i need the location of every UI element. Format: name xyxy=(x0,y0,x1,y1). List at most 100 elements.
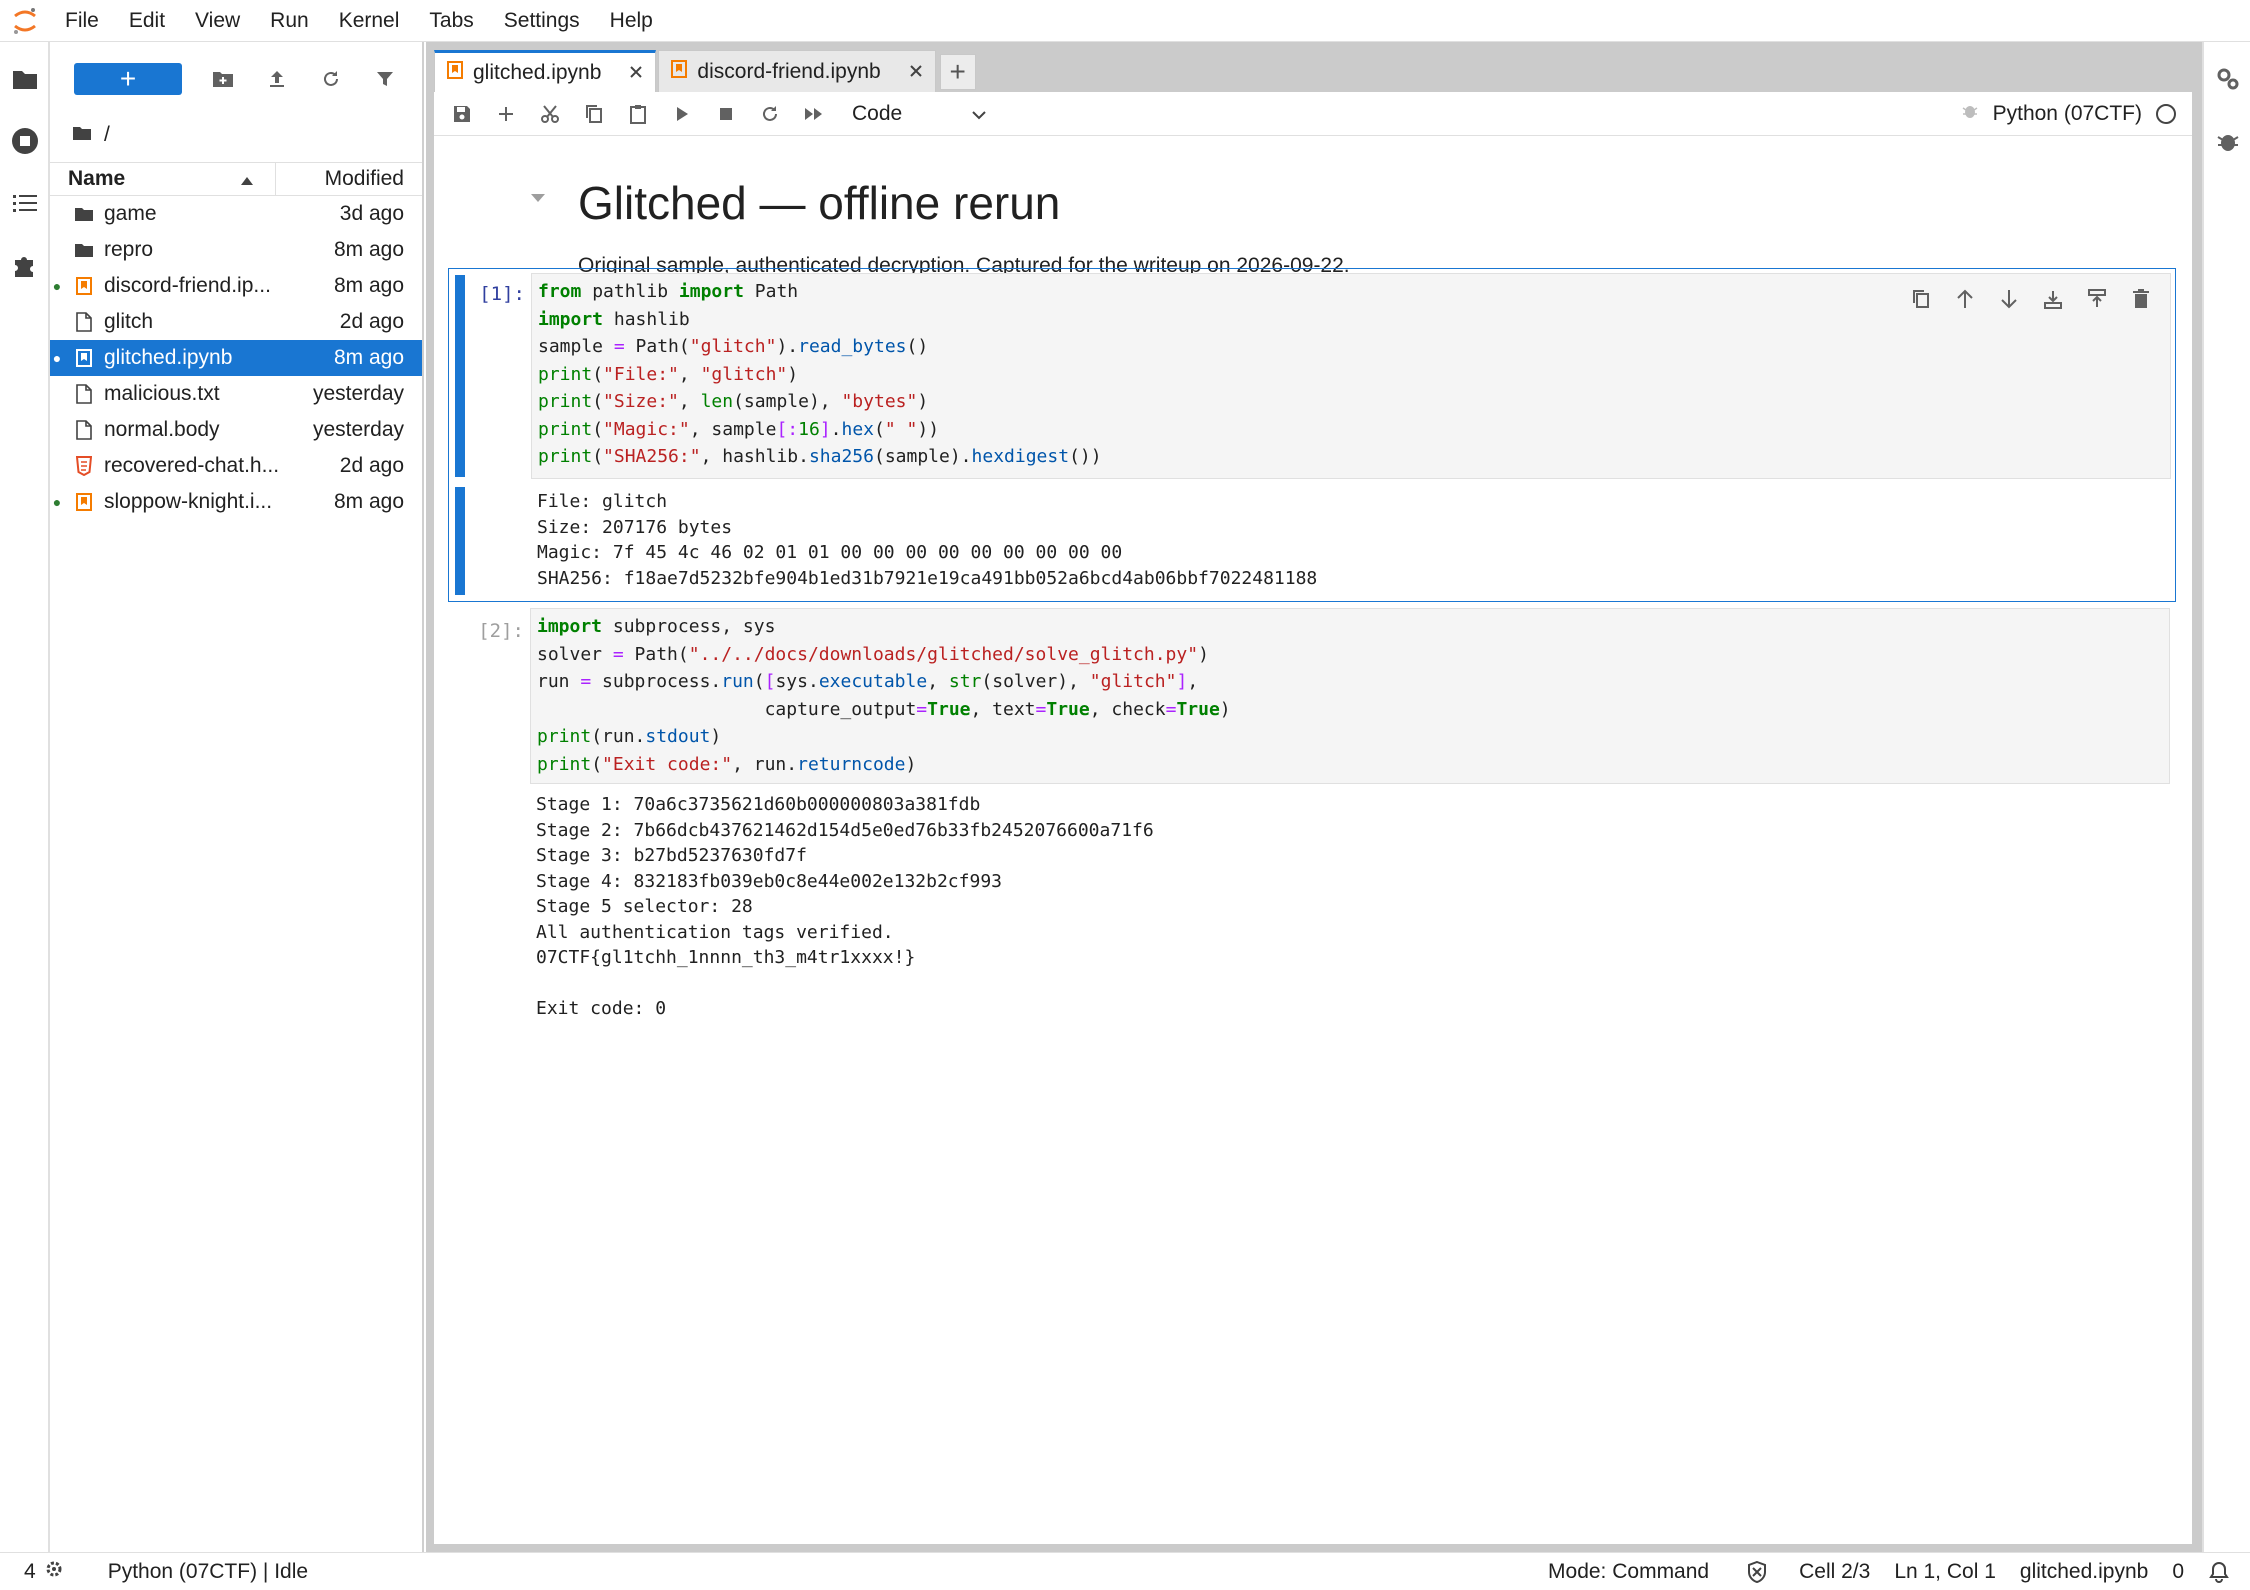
code-cell-1[interactable]: [1]: from pathlib import Path import has… xyxy=(448,268,2176,602)
file-modified: 2d ago xyxy=(339,310,404,333)
close-icon[interactable] xyxy=(909,60,923,84)
mode-indicator[interactable]: Mode: Command xyxy=(1536,1560,1721,1584)
file-list-item[interactable]: glitch 2d ago xyxy=(50,304,422,340)
insert-above-icon[interactable] xyxy=(2082,284,2112,314)
status-bar: 4 Python (07CTF) | Idle Mode: Command Ce… xyxy=(0,1552,2250,1590)
terminal-count[interactable]: 4 xyxy=(0,1559,76,1585)
move-up-icon[interactable] xyxy=(1950,284,1980,314)
bell-icon[interactable] xyxy=(2196,1561,2250,1583)
file-list-item[interactable]: recovered-chat.h... 2d ago xyxy=(50,448,422,484)
file-modified: 8m ago xyxy=(333,238,404,261)
menu-kernel[interactable]: Kernel xyxy=(324,0,415,42)
file-list-item[interactable]: ● sloppow-knight.i... 8m ago xyxy=(50,484,422,520)
column-modified-header[interactable]: Modified xyxy=(276,167,422,191)
upload-icon[interactable] xyxy=(250,62,304,96)
close-icon[interactable] xyxy=(629,61,643,85)
file-name: game xyxy=(104,202,157,225)
file-modified: yesterday xyxy=(312,418,404,441)
refresh-icon[interactable] xyxy=(304,62,358,96)
file-name: glitch xyxy=(104,310,154,333)
filter-icon[interactable] xyxy=(358,62,412,96)
file-icon xyxy=(64,312,104,332)
fast-forward-icon[interactable] xyxy=(792,94,836,134)
notebook-content: Glitched — offline rerun Original sample… xyxy=(434,136,2192,1544)
collapse-heading-icon[interactable] xyxy=(530,190,546,208)
main-dock-area: glitched.ipynb discord-friend.ipynb + Co… xyxy=(426,42,2202,1552)
code-text: import subprocess, sys solver = Path("..… xyxy=(537,616,1231,775)
right-sidebar xyxy=(2202,42,2250,1552)
new-tab-button[interactable]: + xyxy=(939,54,976,90)
breadcrumb-root[interactable]: / xyxy=(104,123,110,147)
current-file-name: glitched.ipynb xyxy=(2019,1559,2149,1583)
cell-indicator[interactable]: Cell 2/3 xyxy=(1787,1560,1882,1584)
cursor-position[interactable]: Ln 1, Col 1 xyxy=(1882,1560,2008,1584)
kernel-status[interactable]: Python (07CTF) | Idle xyxy=(96,1560,320,1584)
property-inspector-gears-icon[interactable] xyxy=(2204,48,2250,110)
file-list-item[interactable]: ● discord-friend.ip... 8m ago xyxy=(50,268,422,304)
notification-count[interactable]: 0 xyxy=(2160,1560,2196,1584)
duplicate-cell-icon[interactable] xyxy=(1906,284,1936,314)
sort-ascending-icon xyxy=(241,167,253,191)
cell-type-value: Code xyxy=(852,101,903,125)
run-icon[interactable] xyxy=(660,94,704,134)
table-of-contents-icon[interactable] xyxy=(0,172,50,234)
menu-tabs[interactable]: Tabs xyxy=(414,0,488,42)
file-name: glitched.ipynb xyxy=(104,346,233,369)
column-name-header[interactable]: Name xyxy=(50,163,276,195)
tab-glitched-ipynb[interactable]: glitched.ipynb xyxy=(434,50,657,92)
file-name: repro xyxy=(104,238,154,261)
file-list-item[interactable]: malicious.txt yesterday xyxy=(50,376,422,412)
menu-settings[interactable]: Settings xyxy=(489,0,595,42)
code-cell-2[interactable]: [2]: import subprocess, sys solver = Pat… xyxy=(448,608,2176,1048)
kernel-name[interactable]: Python (07CTF) xyxy=(1993,102,2142,126)
menu-help[interactable]: Help xyxy=(595,0,668,42)
code-input[interactable]: from pathlib import Path import hashlib … xyxy=(531,273,2171,479)
folder-icon[interactable] xyxy=(0,48,50,110)
output-collapser[interactable] xyxy=(455,487,465,595)
menu-file[interactable]: File xyxy=(50,0,114,42)
insert-cell-icon[interactable] xyxy=(484,94,528,134)
notebook-icon xyxy=(671,59,688,84)
cell-type-dropdown[interactable]: Code xyxy=(846,102,986,126)
notebook-icon xyxy=(64,349,104,367)
delete-cell-icon[interactable] xyxy=(2126,284,2156,314)
file-list-item[interactable]: game 3d ago xyxy=(50,196,422,232)
new-folder-icon[interactable] xyxy=(196,62,250,96)
menu-bar: File Edit View Run Kernel Tabs Settings … xyxy=(0,0,2250,42)
save-icon[interactable] xyxy=(440,94,484,134)
tab-discord-friend-ipynb[interactable]: discord-friend.ipynb xyxy=(658,50,936,92)
notebook-heading: Glitched — offline rerun xyxy=(578,177,1061,229)
kernel-idle-indicator-icon xyxy=(2156,103,2176,124)
insert-below-icon[interactable] xyxy=(2038,284,2068,314)
new-launcher-button[interactable]: + xyxy=(74,63,182,95)
notebook-panel: Code Python (07CTF) Glitched — offline r… xyxy=(434,92,2192,1544)
running-sessions-icon[interactable] xyxy=(0,110,50,172)
file-list-item[interactable]: repro 8m ago xyxy=(50,232,422,268)
input-collapser[interactable] xyxy=(455,275,465,477)
debugger-bug-icon[interactable] xyxy=(1961,102,1979,126)
copy-icon[interactable] xyxy=(572,94,616,134)
folder-icon xyxy=(64,206,104,222)
code-input[interactable]: import subprocess, sys solver = Path("..… xyxy=(530,608,2170,784)
debugger-bug-icon[interactable] xyxy=(2204,110,2250,172)
extension-manager-icon[interactable] xyxy=(0,234,50,296)
file-list-item[interactable]: ● glitched.ipynb 8m ago xyxy=(50,340,422,376)
move-down-icon[interactable] xyxy=(1994,284,2024,314)
notebook-icon xyxy=(64,493,104,511)
paste-icon[interactable] xyxy=(616,94,660,134)
running-indicator-icon: ● xyxy=(52,278,62,294)
menu-run[interactable]: Run xyxy=(255,0,324,42)
file-modified: 8m ago xyxy=(333,274,404,297)
cut-icon[interactable] xyxy=(528,94,572,134)
tab-label: glitched.ipynb xyxy=(473,60,602,84)
trust-shield-icon[interactable] xyxy=(1735,1560,1779,1583)
folder-icon[interactable] xyxy=(72,123,92,147)
file-list-item[interactable]: normal.body yesterday xyxy=(50,412,422,448)
document-tab-bar: glitched.ipynb discord-friend.ipynb + xyxy=(434,50,976,92)
cell-output: File: glitch Size: 207176 bytes Magic: 7… xyxy=(537,491,1318,589)
file-name: sloppow-knight.i... xyxy=(104,490,273,513)
menu-view[interactable]: View xyxy=(180,0,255,42)
stop-icon[interactable] xyxy=(704,94,748,134)
restart-icon[interactable] xyxy=(748,94,792,134)
menu-edit[interactable]: Edit xyxy=(114,0,180,42)
